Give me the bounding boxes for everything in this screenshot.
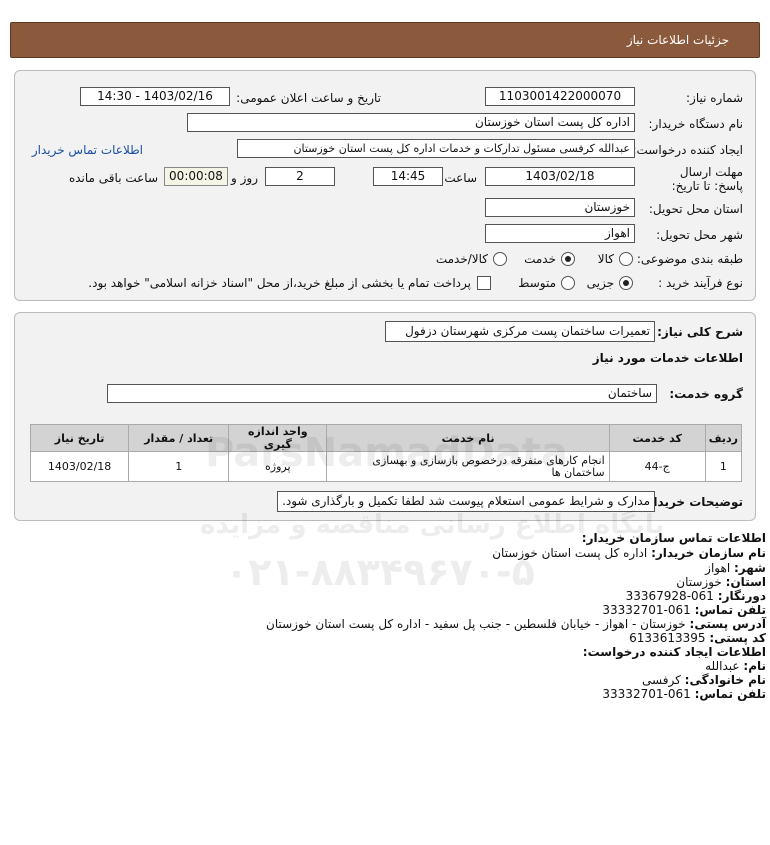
process-radio-medium[interactable] bbox=[561, 276, 575, 290]
days-field[interactable]: 2 bbox=[265, 167, 335, 186]
city-field[interactable]: اهواز bbox=[485, 224, 635, 243]
cell-name: انجام کارهای متفرقه درخصوص بازسازی و بهس… bbox=[326, 451, 610, 482]
summary-field[interactable]: تعمیرات ساختمان پست مرکزی شهرستان دزفول bbox=[385, 321, 655, 342]
buyer-notes-label: توضیحات خریدار: bbox=[641, 495, 743, 509]
need-number-field[interactable]: 1103001422000070 bbox=[485, 87, 635, 106]
buyer-notes-field[interactable]: مدارک و شرایط عمومی استعلام پیوست شد لطف… bbox=[277, 491, 655, 512]
province-field[interactable]: خوزستان bbox=[485, 198, 635, 217]
category-goods-service-label: کالا/خدمت bbox=[435, 252, 488, 266]
creator-label: ایجاد کننده درخواست: bbox=[632, 143, 743, 157]
days-label: روز و bbox=[231, 171, 258, 185]
treasury-payment-note: پرداخت تمام یا بخشی از مبلغ خرید،از محل … bbox=[88, 276, 471, 290]
table-header-row: ردیف کد خدمت نام خدمت واحد اندازه گیری ت… bbox=[29, 424, 743, 452]
cell-date: 1403/02/18 bbox=[29, 451, 130, 482]
contact-phone: تلفن تماس: 061-33332701 bbox=[602, 603, 766, 617]
contact-city: شهر: اهواز bbox=[705, 561, 766, 575]
process-label: نوع فرآیند خرید : bbox=[658, 276, 743, 290]
page-header: جزئیات اطلاعات نیاز bbox=[10, 22, 760, 58]
service-group-label: گروه خدمت: bbox=[669, 387, 743, 401]
city-label: شهر محل تحویل: bbox=[656, 228, 743, 242]
creator-name: نام: عبدالله bbox=[705, 659, 766, 673]
cell-unit: پروژه bbox=[228, 451, 328, 482]
process-minor-label: جزیی bbox=[586, 276, 614, 290]
summary-label: شرح کلی نیاز: bbox=[657, 325, 743, 339]
page-title: جزئیات اطلاعات نیاز bbox=[626, 33, 729, 47]
need-number-label: شماره نیاز: bbox=[686, 91, 743, 105]
category-service-label: خدمت bbox=[524, 252, 556, 266]
buyer-org-label: نام دستگاه خریدار: bbox=[648, 117, 744, 131]
need-info-panel: شماره نیاز: 1103001422000070 تاریخ و ساع… bbox=[14, 70, 756, 301]
cell-qty: 1 bbox=[128, 451, 230, 482]
deadline-time-field[interactable]: 14:45 bbox=[373, 167, 443, 186]
services-table: ردیف کد خدمت نام خدمت واحد اندازه گیری ت… bbox=[29, 424, 743, 482]
creator-heading: اطلاعات ایجاد کننده درخواست: bbox=[582, 645, 766, 659]
deadline-date-field[interactable]: 1403/02/18 bbox=[485, 167, 635, 186]
col-code-header: کد خدمت bbox=[608, 424, 706, 452]
category-goods-label: کالا bbox=[597, 252, 614, 266]
category-radio-goods[interactable] bbox=[619, 252, 633, 266]
col-row-header: ردیف bbox=[704, 424, 743, 452]
contact-heading: اطلاعات تماس سازمان خریدار: bbox=[581, 531, 766, 545]
creator-phone: تلفن تماس: 061-33332701 bbox=[602, 687, 766, 701]
contact-fax: دورنگار: 061-33367928 bbox=[625, 589, 766, 603]
services-heading: اطلاعات خدمات مورد نیاز bbox=[592, 351, 743, 365]
cell-code: ج-44 bbox=[608, 451, 706, 482]
process-radio-minor[interactable] bbox=[619, 276, 633, 290]
col-unit-header: واحد اندازه گیری bbox=[228, 424, 328, 452]
deadline-label: مهلت ارسال پاسخ: تا تاریخ: bbox=[671, 165, 743, 193]
contact-postal: کد پستی: 6133613395 bbox=[629, 631, 766, 645]
announce-label: تاریخ و ساعت اعلان عمومی: bbox=[236, 91, 381, 105]
buyer-contact-link[interactable]: اطلاعات تماس خریدار bbox=[32, 143, 143, 157]
process-medium-label: متوسط bbox=[518, 276, 556, 290]
service-group-field[interactable]: ساختمان bbox=[107, 384, 657, 403]
creator-family: نام خانوادگی: کرفسی bbox=[642, 673, 766, 687]
contact-address: آدرس پستی: خوزستان - اهواز - خیابان فلسط… bbox=[266, 617, 766, 631]
service-details-panel: شرح کلی نیاز: تعمیرات ساختمان پست مرکزی … bbox=[14, 312, 756, 521]
contact-province: استان: خوزستان bbox=[676, 575, 766, 589]
buyer-org-field[interactable]: اداره کل پست استان خوزستان bbox=[187, 113, 635, 132]
announce-field[interactable]: 1403/02/16 - 14:30 bbox=[80, 87, 230, 106]
remaining-time-field: 00:00:08 bbox=[164, 167, 228, 186]
col-qty-header: تعداد / مقدار bbox=[128, 424, 230, 452]
table-row: 1 ج-44 انجام کارهای متفرقه درخصوص بازساز… bbox=[29, 451, 743, 482]
deadline-time-label: ساعت bbox=[444, 171, 477, 185]
category-label: طبقه بندی موضوعی: bbox=[636, 252, 743, 266]
cell-row: 1 bbox=[704, 451, 743, 482]
category-radio-goods-service[interactable] bbox=[493, 252, 507, 266]
contact-org: نام سازمان خریدار: اداره کل پست استان خو… bbox=[492, 546, 766, 560]
watermark-phone: ۰۲۱-۸۸۳۴۹۶۷۰-۵ bbox=[225, 550, 535, 594]
col-name-header: نام خدمت bbox=[326, 424, 610, 452]
col-date-header: تاریخ نیاز bbox=[29, 424, 130, 452]
category-radio-service[interactable] bbox=[561, 252, 575, 266]
remaining-label: ساعت باقی مانده bbox=[68, 171, 158, 185]
creator-field[interactable]: عبدالله کرفسی مسئول تدارکات و خدمات ادار… bbox=[237, 139, 635, 158]
province-label: استان محل تحویل: bbox=[648, 202, 743, 216]
treasury-payment-checkbox[interactable] bbox=[477, 276, 491, 290]
